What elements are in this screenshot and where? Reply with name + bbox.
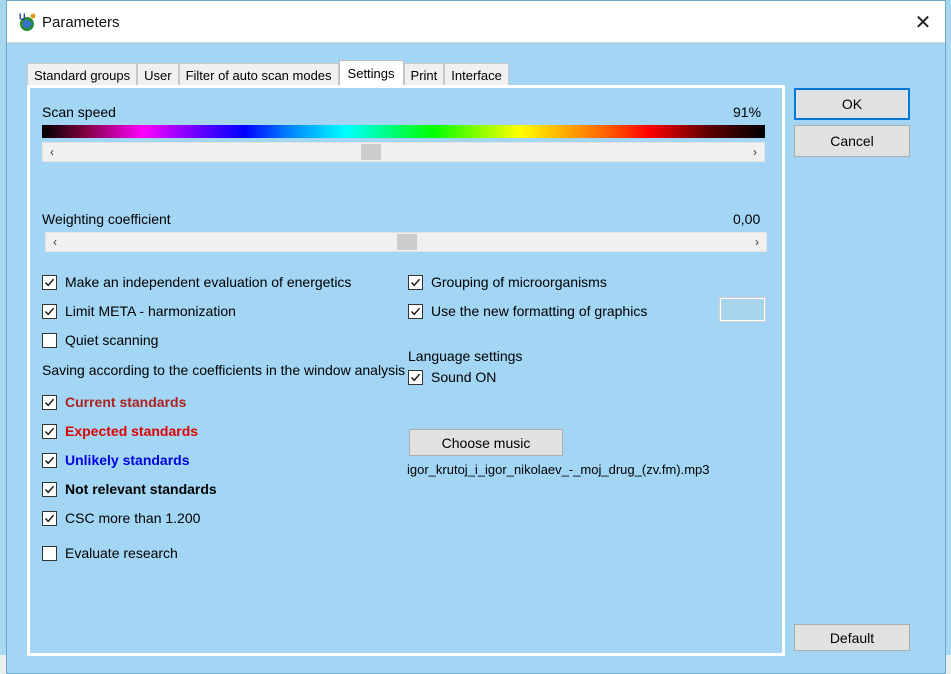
evaluate-research-label: Evaluate research [65,545,178,561]
independent-eval-checkbox[interactable]: Make an independent evaluation of energe… [42,274,351,290]
scan-speed-value: 91% [733,104,762,120]
weighting-value: 0,00 [733,211,761,227]
scan-speed-spectrum [42,125,765,138]
expected-standards-checkbox[interactable]: Expected standards [42,423,198,439]
checkmark-icon [410,278,421,286]
close-icon: ✕ [914,11,932,34]
checkbox-box[interactable] [42,274,57,290]
grouping-checkbox[interactable]: Grouping of microorganisms [408,274,607,290]
not-relevant-standards-label: Not relevant standards [65,481,217,497]
csc-checkbox[interactable]: CSC more than 1.200 [42,510,200,526]
tab-filter-auto-scan-modes[interactable]: Filter of auto scan modes [178,63,339,86]
checkmark-icon [44,427,55,435]
scan-speed-slider[interactable]: ‹ › [42,142,765,162]
title-bar: U Parameters ✕ [7,1,945,43]
language-heading: Language settings [408,348,523,364]
limit-meta-checkbox[interactable]: Limit META - harmonization [42,303,236,319]
checkbox-box[interactable] [408,274,423,290]
weighting-left-arrow-icon[interactable]: ‹ [46,233,64,251]
checkbox-box[interactable] [42,452,57,468]
settings-panel: Scan speed 91% ‹ › Weighting coefficient… [27,85,785,656]
saving-heading: Saving according to the coefficients in … [42,362,406,378]
checkbox-box[interactable] [42,332,57,348]
weighting-right-arrow-icon[interactable]: › [748,233,766,251]
weighting-thumb[interactable] [397,234,417,250]
not-relevant-standards-checkbox[interactable]: Not relevant standards [42,481,217,497]
checkmark-icon [44,514,55,522]
checkmark-icon [44,278,55,286]
checkbox-box[interactable] [408,369,423,385]
sound-on-label: Sound ON [431,369,497,385]
unlikely-standards-checkbox[interactable]: Unlikely standards [42,452,190,468]
evaluate-research-checkbox[interactable]: Evaluate research [42,545,178,561]
checkbox-box[interactable] [42,510,57,526]
cancel-button[interactable]: Cancel [794,125,910,157]
scan-speed-left-arrow-icon[interactable]: ‹ [43,143,61,161]
checkbox-box[interactable] [42,303,57,319]
tab-standard-groups[interactable]: Standard groups [27,63,138,86]
checkmark-icon [44,456,55,464]
music-file-name: igor_krutoj_i_igor_nikolaev_-_moj_drug_(… [407,462,710,477]
new-formatting-checkbox[interactable]: Use the new formatting of graphics [408,303,647,319]
tab-interface[interactable]: Interface [444,63,509,86]
tab-user[interactable]: User [137,63,179,86]
tab-print[interactable]: Print [403,63,445,86]
sound-on-checkbox[interactable]: Sound ON [408,369,496,385]
weighting-slider[interactable]: ‹ › [45,232,767,252]
grouping-label: Grouping of microorganisms [431,274,607,290]
new-formatting-label: Use the new formatting of graphics [431,303,648,319]
quiet-scanning-label: Quiet scanning [65,332,159,348]
choose-music-button[interactable]: Choose music [409,429,563,456]
checkmark-icon [44,485,55,493]
quiet-scanning-checkbox[interactable]: Quiet scanning [42,332,158,348]
unlikely-standards-label: Unlikely standards [65,452,190,468]
independent-eval-label: Make an independent evaluation of energe… [65,274,352,290]
current-standards-checkbox[interactable]: Current standards [42,394,186,410]
tab-strip: Standard groups User Filter of auto scan… [27,60,509,86]
svg-text:U: U [19,12,26,22]
current-standards-label: Current standards [65,394,187,410]
scan-speed-right-arrow-icon[interactable]: › [746,143,764,161]
parameters-dialog: U Parameters ✕ Standard groups User Filt… [6,0,946,674]
tab-settings[interactable]: Settings [338,60,404,85]
checkbox-box[interactable] [42,423,57,439]
dialog-title: Parameters [42,14,120,31]
checkmark-icon [410,373,421,381]
checkmark-icon [44,307,55,315]
scan-speed-label: Scan speed [42,104,116,120]
ok-button[interactable]: OK [794,88,910,120]
limit-meta-label: Limit META - harmonization [65,303,236,319]
checkbox-box[interactable] [42,394,57,410]
csc-label: CSC more than 1.200 [65,510,201,526]
app-logo-icon: U [17,12,37,32]
weighting-label: Weighting coefficient [42,211,171,227]
graphics-color-swatch[interactable] [719,297,766,322]
scan-speed-thumb[interactable] [361,144,382,160]
close-button[interactable]: ✕ [901,1,945,43]
checkmark-icon [410,307,421,315]
expected-standards-label: Expected standards [65,423,199,439]
checkmark-icon [44,398,55,406]
default-button[interactable]: Default [794,624,910,651]
checkbox-box[interactable] [408,303,423,319]
checkbox-box[interactable] [42,481,57,497]
checkbox-box[interactable] [42,545,57,561]
